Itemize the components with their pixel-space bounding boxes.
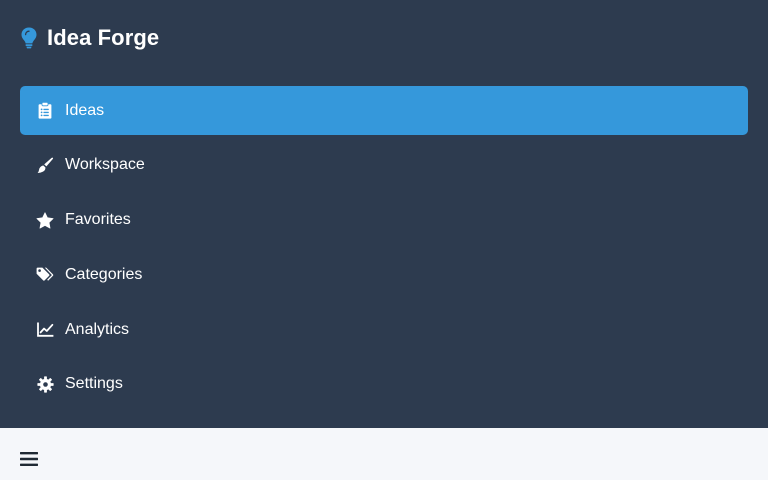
sidebar-item-label: Workspace	[65, 156, 145, 174]
gear-icon	[36, 375, 54, 393]
clipboard-list-icon	[36, 102, 54, 120]
menu-toggle-button[interactable]	[19, 452, 38, 471]
chart-line-icon	[36, 321, 54, 339]
sidebar-item-favorites[interactable]: Favorites	[20, 196, 748, 245]
sidebar-item-label: Categories	[65, 265, 143, 283]
star-icon	[36, 211, 54, 229]
sidebar-nav: Ideas Workspace Favorites Categories Ana…	[20, 86, 748, 415]
lightbulb-icon	[20, 26, 38, 50]
sidebar-item-workspace[interactable]: Workspace	[20, 141, 748, 190]
tags-icon	[36, 266, 54, 284]
sidebar-item-label: Settings	[65, 375, 123, 393]
paint-brush-icon	[36, 156, 54, 174]
hamburger-menu-icon	[19, 451, 38, 472]
brand[interactable]: Idea Forge	[20, 24, 159, 52]
app-page: Idea Forge Ideas Workspace Favorites Cat…	[0, 0, 768, 480]
sidebar-item-ideas[interactable]: Ideas	[20, 86, 748, 135]
sidebar-item-analytics[interactable]: Analytics	[20, 305, 748, 354]
sidebar-item-label: Favorites	[65, 211, 131, 229]
sidebar-item-label: Ideas	[65, 101, 105, 119]
sidebar-item-label: Analytics	[65, 320, 130, 338]
app-title: Idea Forge	[47, 25, 160, 50]
sidebar: Idea Forge Ideas Workspace Favorites Cat…	[0, 0, 768, 428]
sidebar-item-categories[interactable]: Categories	[20, 250, 748, 299]
sidebar-item-settings[interactable]: Settings	[20, 360, 748, 409]
